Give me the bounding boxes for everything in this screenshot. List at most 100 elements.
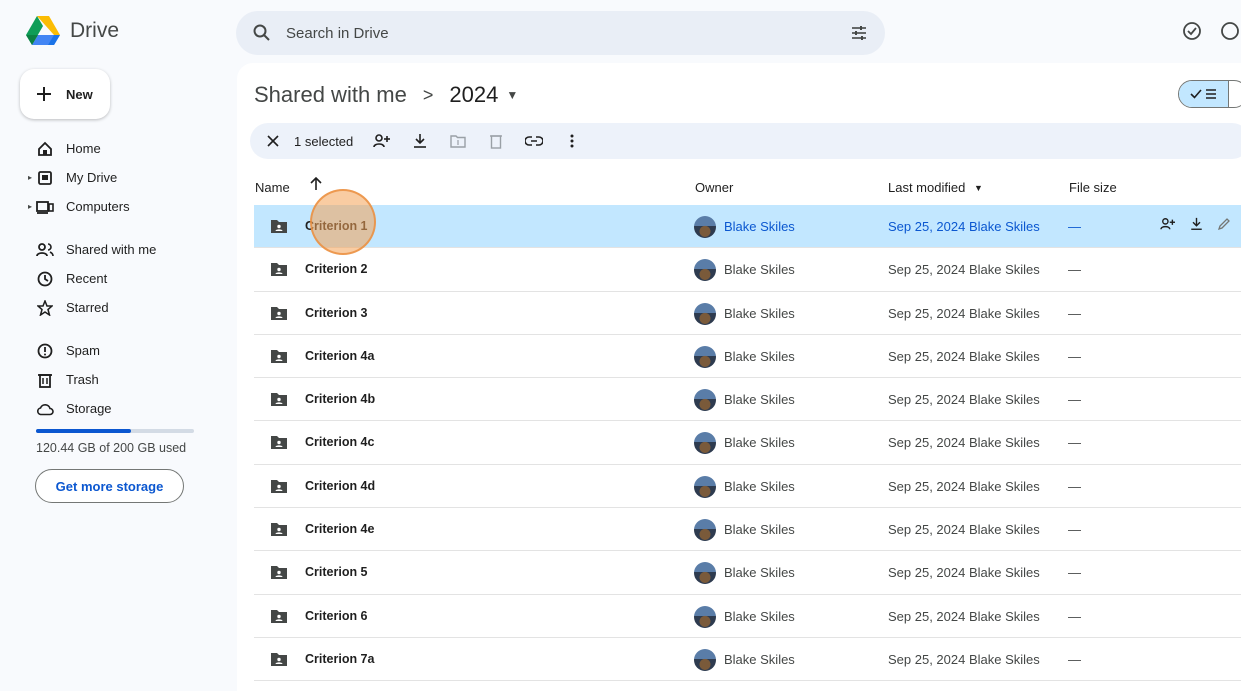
- avatar: [694, 605, 716, 628]
- delete-icon[interactable]: [485, 130, 507, 152]
- share-icon[interactable]: [1160, 217, 1176, 234]
- help-icon[interactable]: [1219, 20, 1241, 42]
- sort-arrow-up-icon[interactable]: [310, 176, 322, 194]
- check-icon: [1190, 89, 1202, 99]
- file-size: —: [1068, 651, 1081, 667]
- table-row[interactable]: Criterion 5 Blake Skiles Sep 25, 2024 Blak…: [254, 551, 1241, 595]
- row-actions: [1160, 217, 1231, 234]
- copy-link-icon[interactable]: [523, 130, 545, 152]
- owner-name: Blake Skiles: [724, 478, 795, 494]
- owner-name: Blake Skiles: [724, 565, 795, 581]
- breadcrumb: Shared with me > 2024 ▼: [254, 82, 518, 108]
- sidebar-item-label: My Drive: [66, 170, 118, 185]
- last-modified: Sep 25, 2024 Blake Skiles: [888, 392, 1040, 408]
- rename-icon[interactable]: [1217, 217, 1231, 234]
- app-title: Drive: [70, 19, 120, 42]
- table-row[interactable]: Criterion 4a Blake Skiles Sep 25, 2024 Bla…: [254, 335, 1241, 379]
- table-header: Name Owner Last modified ▼ File size: [254, 175, 1241, 205]
- file-size: —: [1068, 348, 1081, 364]
- download-icon[interactable]: [409, 130, 431, 152]
- last-modified: Sep 25, 2024 Blake Skiles: [888, 305, 1040, 321]
- table-row[interactable]: Criterion 3 Blake Skiles Sep 25, 2024 Blak…: [254, 292, 1241, 335]
- file-size: —: [1068, 262, 1081, 278]
- column-header-last-modified[interactable]: Last modified: [888, 180, 965, 195]
- file-size: —: [1068, 392, 1081, 408]
- table-row[interactable]: Criterion 4c Blake Skiles Sep 25, 2024 Bla…: [254, 421, 1241, 465]
- close-icon[interactable]: [262, 130, 284, 152]
- share-icon[interactable]: [371, 130, 393, 152]
- new-button[interactable]: New: [20, 69, 110, 119]
- view-toggle: [1178, 80, 1241, 108]
- shared-folder-icon: [270, 435, 288, 453]
- owner-name: Blake Skiles: [724, 651, 795, 667]
- file-name[interactable]: Criterion 2: [305, 262, 368, 276]
- shared-folder-icon: [270, 609, 288, 627]
- drive-logo[interactable]: Drive: [26, 16, 119, 46]
- table-row[interactable]: Criterion 7a Blake Skiles Sep 25, 2024 Bla…: [254, 638, 1241, 682]
- sidebar-item-my-drive[interactable]: ▸ My Drive: [0, 163, 230, 192]
- table-row[interactable]: Criterion 4b Blake Skiles Sep 25, 2024 Bla…: [254, 378, 1241, 422]
- file-name[interactable]: Criterion 4a: [305, 349, 374, 363]
- sidebar-item-spam[interactable]: Spam: [0, 336, 230, 365]
- last-modified-caret-icon[interactable]: ▼: [974, 183, 983, 193]
- table-row[interactable]: Criterion 1 Blake Skiles Sep 25, 2024 Blak…: [254, 205, 1241, 249]
- search-input[interactable]: Search in Drive: [286, 25, 849, 42]
- breadcrumb-current[interactable]: 2024: [449, 82, 498, 108]
- sidebar-nav: Home ▸ My Drive ▸ Computers Shared with …: [0, 134, 230, 423]
- search-icon[interactable]: [252, 23, 272, 43]
- expand-caret-icon[interactable]: ▸: [28, 202, 32, 211]
- file-name[interactable]: Criterion 3: [305, 306, 368, 320]
- owner-name: Blake Skiles: [724, 522, 795, 538]
- avatar: [694, 259, 716, 282]
- file-name[interactable]: Criterion 4d: [305, 479, 375, 493]
- column-header-file-size[interactable]: File size: [1069, 180, 1117, 195]
- selection-count: 1 selected: [294, 133, 354, 149]
- move-to-folder-icon[interactable]: [447, 130, 469, 152]
- column-header-owner[interactable]: Owner: [695, 180, 733, 195]
- sidebar-item-label: Starred: [66, 300, 109, 315]
- main-panel: Shared with me > 2024 ▼ 1 selected Name …: [237, 63, 1241, 691]
- table-row[interactable]: Criterion 4e Blake Skiles Sep 25, 2024 Bla…: [254, 508, 1241, 552]
- search-options-icon[interactable]: [849, 23, 869, 43]
- dropdown-caret-icon[interactable]: ▼: [506, 88, 518, 102]
- file-size: —: [1068, 565, 1081, 581]
- sidebar-item-trash[interactable]: Trash: [0, 365, 230, 394]
- sidebar-item-computers[interactable]: ▸ Computers: [0, 192, 230, 221]
- table-row[interactable]: Criterion 6 Blake Skiles Sep 25, 2024 Blak…: [254, 595, 1241, 638]
- breadcrumb-parent[interactable]: Shared with me: [254, 82, 407, 108]
- shared-folder-icon: [270, 652, 288, 670]
- sidebar-item-shared-with-me[interactable]: Shared with me: [0, 235, 230, 264]
- trash-icon: [36, 371, 54, 389]
- breadcrumb-separator: >: [422, 84, 434, 105]
- file-name[interactable]: Criterion 4c: [305, 435, 374, 449]
- more-actions-icon[interactable]: [561, 130, 583, 152]
- column-header-name[interactable]: Name: [255, 180, 290, 195]
- spam-icon: [36, 342, 54, 360]
- download-icon[interactable]: [1190, 217, 1203, 234]
- sidebar-item-starred[interactable]: Starred: [0, 293, 230, 322]
- grid-view-button[interactable]: [1229, 81, 1241, 107]
- last-modified: Sep 25, 2024 Blake Skiles: [888, 262, 1040, 278]
- file-name[interactable]: Criterion 1: [305, 219, 368, 233]
- last-modified: Sep 25, 2024 Blake Skiles: [888, 608, 1040, 624]
- sidebar-item-home[interactable]: Home: [0, 134, 230, 163]
- file-name[interactable]: Criterion 6: [305, 609, 368, 623]
- home-icon: [36, 140, 54, 158]
- search-bar[interactable]: Search in Drive: [236, 11, 885, 55]
- expand-caret-icon[interactable]: ▸: [28, 173, 32, 182]
- table-row[interactable]: Criterion 2 Blake Skiles Sep 25, 2024 Blak…: [254, 248, 1241, 292]
- owner-name: Blake Skiles: [724, 435, 795, 451]
- file-size: —: [1068, 305, 1081, 321]
- sidebar-item-label: Storage: [66, 401, 112, 416]
- list-view-button[interactable]: [1179, 81, 1229, 107]
- file-name[interactable]: Criterion 5: [305, 565, 368, 579]
- offline-ready-icon[interactable]: [1181, 20, 1203, 42]
- file-name[interactable]: Criterion 7a: [305, 652, 374, 666]
- sidebar-item-storage[interactable]: Storage: [0, 394, 230, 423]
- file-name[interactable]: Criterion 4e: [305, 522, 374, 536]
- file-name[interactable]: Criterion 4b: [305, 392, 375, 406]
- avatar: [694, 345, 716, 368]
- sidebar-item-recent[interactable]: Recent: [0, 264, 230, 293]
- table-row[interactable]: Criterion 4d Blake Skiles Sep 25, 2024 Bla…: [254, 465, 1241, 509]
- get-more-storage-button[interactable]: Get more storage: [35, 469, 184, 503]
